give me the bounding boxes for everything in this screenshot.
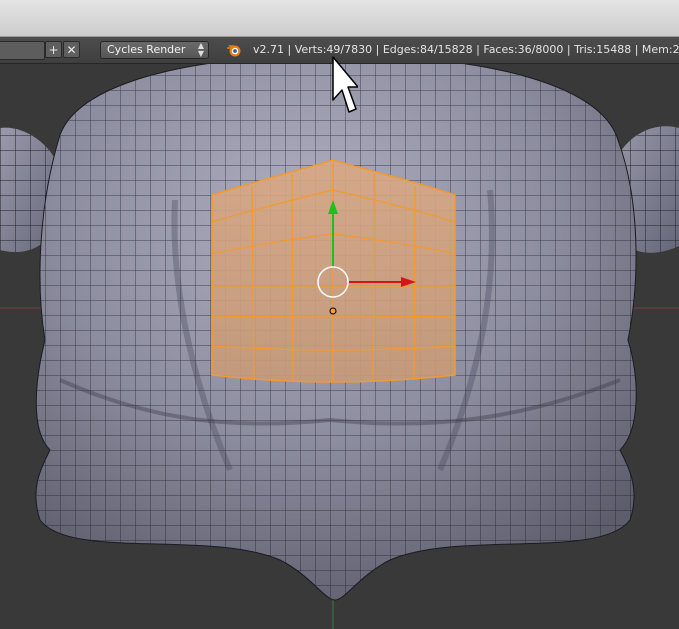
selected-faces[interactable] bbox=[211, 159, 456, 383]
render-engine-label: Cycles Render bbox=[107, 43, 186, 56]
edges-stat: Edges:84/15828 bbox=[382, 43, 473, 56]
3d-viewport[interactable] bbox=[0, 64, 679, 629]
render-engine-dropdown[interactable]: Cycles Render ▲ ▼ bbox=[100, 41, 209, 59]
verts-stat: Verts:49/7830 bbox=[294, 43, 373, 56]
window-title-bar bbox=[0, 0, 679, 37]
faces-stat: Faces:36/8000 bbox=[483, 43, 564, 56]
version-text: v2.71 bbox=[253, 43, 285, 56]
scene-statistics: v2.71 | Verts:49/7830 | Edges:84/15828 |… bbox=[253, 43, 679, 56]
object-origin-dot bbox=[329, 307, 337, 315]
mouse-pointer-icon bbox=[332, 56, 358, 113]
tris-stat: Tris:15488 bbox=[574, 43, 632, 56]
x-icon[interactable]: ✕ bbox=[63, 41, 80, 58]
mem-stat: Mem:21.54 bbox=[641, 43, 679, 56]
updown-arrows-icon: ▲ ▼ bbox=[197, 41, 204, 58]
plus-icon[interactable]: + bbox=[45, 41, 62, 58]
scene-name-field[interactable] bbox=[0, 41, 45, 60]
blender-logo-icon bbox=[227, 45, 241, 57]
